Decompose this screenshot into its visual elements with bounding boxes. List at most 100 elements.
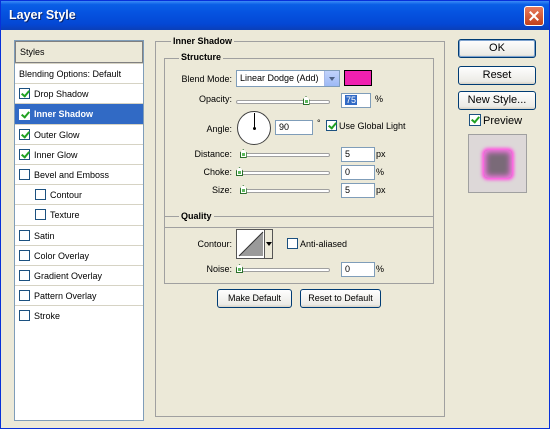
distance-input[interactable]: 5 — [341, 147, 375, 162]
quality-title: Quality — [179, 211, 214, 221]
style-item-checkbox[interactable] — [19, 169, 30, 181]
angle-input[interactable]: 90 — [275, 120, 313, 135]
title-bar[interactable]: Layer Style — [1, 1, 549, 30]
style-item-checkbox[interactable] — [19, 229, 30, 241]
contour-curve-icon — [238, 231, 264, 257]
style-item-label: Pattern Overlay — [34, 291, 97, 302]
preview-swatch — [484, 150, 512, 178]
noise-input[interactable]: 0 — [341, 262, 375, 277]
style-item-label: Contour — [50, 190, 83, 201]
style-item[interactable]: Texture — [15, 204, 143, 224]
anti-aliased-label: Anti-aliased — [300, 239, 348, 249]
blend-mode-select[interactable]: Linear Dodge (Add) — [236, 70, 340, 87]
use-global-light-label: Use Global Light — [339, 121, 406, 131]
style-item[interactable]: Inner Shadow — [15, 103, 143, 124]
reset-button[interactable]: Reset — [458, 66, 536, 85]
noise-unit: % — [376, 264, 385, 274]
angle-dial[interactable] — [237, 111, 271, 145]
style-item[interactable]: Drop Shadow — [15, 83, 143, 103]
style-item[interactable]: Outer Glow — [15, 123, 143, 144]
blend-mode-label: Blend Mode: — [181, 74, 232, 84]
style-item-checkbox[interactable] — [19, 128, 30, 140]
styles-list: Styles Blending Options: Default Drop Sha… — [14, 40, 144, 421]
style-item-label: Drop Shadow — [34, 89, 89, 100]
reset-to-default-button[interactable]: Reset to Default — [300, 289, 381, 308]
style-item[interactable]: Contour — [15, 184, 143, 204]
style-item[interactable]: Inner Glow — [15, 143, 143, 164]
style-item-label: Inner Shadow — [34, 109, 94, 120]
style-item-label: Stroke — [34, 311, 61, 322]
styles-items: Blending Options: Default Drop Shadow Inne… — [15, 63, 143, 325]
preview-box[interactable] — [469, 114, 481, 127]
style-item-label: Color Overlay — [34, 250, 90, 261]
style-item-checkbox[interactable] — [19, 108, 30, 120]
style-item-checkbox[interactable] — [19, 290, 30, 302]
contour-label: Contour: — [197, 239, 232, 249]
structure-title: Structure — [179, 52, 224, 62]
make-default-button[interactable]: Make Default — [217, 289, 292, 308]
style-item[interactable]: Blending Options: Default — [15, 63, 143, 83]
size-label: Size: — [211, 185, 232, 195]
style-item-checkbox[interactable] — [19, 88, 30, 100]
style-item[interactable]: Gradient Overlay — [15, 264, 143, 285]
choke-unit: % — [376, 167, 385, 177]
anti-aliased-box[interactable] — [287, 238, 298, 250]
size-unit: px — [376, 185, 386, 195]
style-item-label: Bevel and Emboss — [34, 169, 110, 180]
style-item-checkbox[interactable] — [35, 189, 46, 201]
opacity-label: Opacity: — [198, 94, 232, 104]
style-item-label: Texture — [50, 210, 80, 221]
use-global-light-checkbox[interactable]: Use Global Light — [326, 120, 406, 132]
style-item[interactable]: Color Overlay — [15, 244, 143, 265]
new-style-button[interactable]: New Style... — [458, 91, 536, 110]
style-item-checkbox[interactable] — [19, 148, 30, 160]
style-item-label: Gradient Overlay — [34, 270, 103, 281]
preview-checkbox[interactable]: Preview — [469, 114, 523, 127]
blend-mode-value: Linear Dodge (Add) — [240, 73, 319, 83]
size-slider[interactable] — [242, 189, 330, 193]
angle-center — [253, 127, 256, 130]
opacity-value: 75 — [345, 95, 358, 105]
shadow-color-swatch[interactable] — [344, 70, 372, 86]
distance-slider[interactable] — [242, 153, 330, 157]
style-item-label: Blending Options: Default — [19, 69, 122, 79]
distance-unit: px — [376, 149, 386, 159]
style-item[interactable]: Pattern Overlay — [15, 285, 143, 305]
noise-label: Noise: — [206, 264, 232, 274]
style-item-label: Satin — [34, 230, 55, 241]
style-item-checkbox[interactable] — [19, 310, 30, 322]
style-item[interactable]: Stroke — [15, 305, 143, 325]
style-item-checkbox[interactable] — [35, 209, 46, 221]
opacity-input[interactable]: 75 — [341, 93, 371, 108]
use-global-light-box[interactable] — [326, 120, 337, 132]
layer-style-dialog: Layer Style Styles Blending Options: Def… — [0, 0, 550, 429]
chevron-down-icon[interactable] — [324, 71, 339, 86]
angle-label: Angle: — [206, 124, 232, 134]
preview-label: Preview — [483, 115, 523, 127]
style-item[interactable]: Bevel and Emboss — [15, 163, 143, 184]
style-item-checkbox[interactable] — [19, 249, 30, 261]
dialog-body: Styles Blending Options: Default Drop Sha… — [4, 30, 546, 426]
choke-slider[interactable] — [240, 171, 330, 175]
close-button[interactable] — [524, 6, 544, 26]
style-item[interactable]: Satin — [15, 224, 143, 245]
panel-title: Inner Shadow — [171, 36, 235, 46]
choke-input[interactable]: 0 — [341, 165, 375, 180]
opacity-slider[interactable] — [236, 100, 330, 104]
size-input[interactable]: 5 — [341, 183, 375, 198]
opacity-unit: % — [375, 94, 384, 104]
style-item-checkbox[interactable] — [19, 270, 30, 281]
anti-aliased-checkbox[interactable]: Anti-aliased — [287, 238, 348, 250]
preview-thumbnail — [468, 134, 527, 193]
dialog-title: Layer Style — [9, 8, 76, 22]
ok-button[interactable]: OK — [458, 39, 536, 58]
contour-dropdown-icon[interactable] — [264, 230, 272, 258]
noise-slider[interactable] — [240, 268, 330, 272]
distance-label: Distance: — [194, 149, 232, 159]
angle-unit: ° — [317, 118, 321, 128]
styles-list-header[interactable]: Styles — [15, 41, 143, 63]
contour-picker[interactable] — [236, 229, 273, 259]
style-item-label: Inner Glow — [34, 149, 78, 160]
choke-label: Choke: — [203, 167, 232, 177]
style-item-label: Outer Glow — [34, 129, 80, 140]
